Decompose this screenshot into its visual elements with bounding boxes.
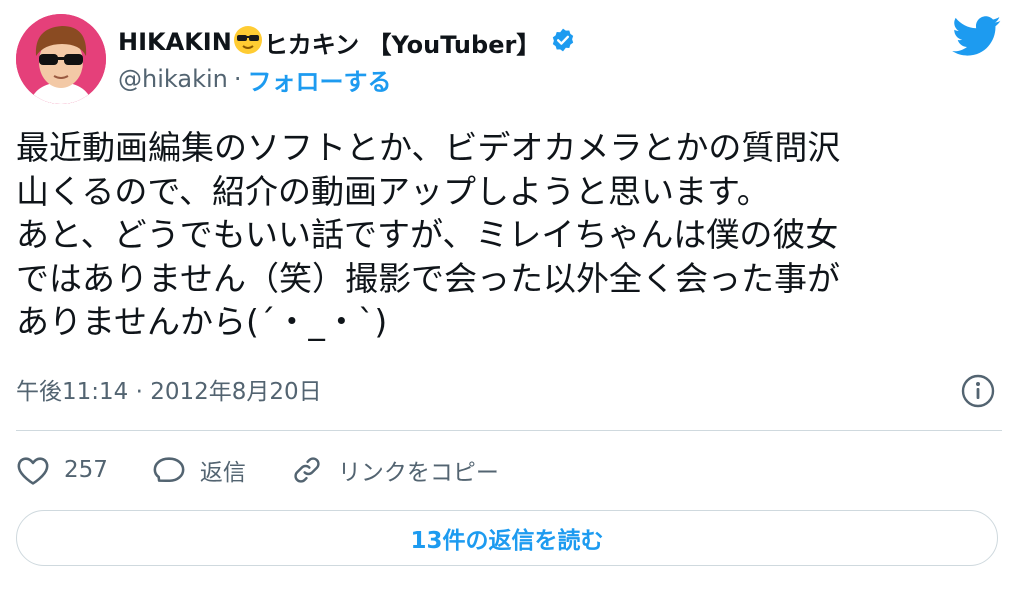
tweet-text: 最近動画編集のソフトとか、ビデオカメラとかの質問沢 山くるので、紹介の動画アップ… — [16, 126, 1008, 344]
author-name-row[interactable]: HIKAKIN ヒカキン 【YouTuber】 — [118, 24, 576, 60]
tweet-line: 最近動画編集のソフトとか、ビデオカメラとかの質問沢 — [16, 128, 841, 167]
reply-button[interactable]: 返信 — [152, 453, 246, 487]
follow-button[interactable]: フォローする — [247, 62, 391, 97]
action-bar: 257 返信 リンクをコピー — [16, 448, 543, 492]
reply-label: 返信 — [199, 460, 246, 486]
tweet-timestamp[interactable]: 午後11:14 · 2012年8月20日 — [16, 372, 322, 406]
twitter-logo-icon[interactable] — [952, 16, 1002, 61]
link-icon — [294, 457, 320, 483]
info-icon[interactable] — [960, 373, 996, 413]
tweet-line: 山くるので、紹介の動画アップしようと思います。 — [16, 171, 770, 211]
tweet-line: あと、どうでもいい話ですが、ミレイちゃんは僕の彼女 — [16, 215, 839, 254]
heart-icon — [17, 457, 49, 485]
display-name[interactable]: HIKAKIN — [118, 28, 232, 56]
tweet-line: ではありません（笑）撮影で会った以外全く会った事が — [16, 258, 841, 298]
verified-badge-icon — [550, 27, 576, 57]
like-button[interactable]: 257 — [16, 454, 108, 486]
sunglasses-emoji-icon — [233, 25, 263, 59]
copy-link-button[interactable]: リンクをコピー — [290, 453, 499, 487]
avatar[interactable] — [16, 14, 106, 104]
author-handle[interactable]: @hikakin — [118, 65, 228, 93]
like-count: 257 — [64, 457, 108, 483]
handle-separator: · — [233, 65, 242, 93]
reply-bubble-icon — [153, 457, 185, 483]
copy-link-label: リンクをコピー — [337, 460, 499, 486]
read-replies-button[interactable]: 13件の返信を読む — [16, 510, 998, 566]
display-name-suffix[interactable]: ヒカキン 【YouTuber】 — [264, 25, 541, 60]
avatar-image — [16, 14, 106, 104]
tweet-line: ありませんから(´・_・`) — [16, 302, 388, 341]
divider — [16, 430, 1002, 431]
handle-row: @hikakin · フォローする — [118, 62, 391, 96]
